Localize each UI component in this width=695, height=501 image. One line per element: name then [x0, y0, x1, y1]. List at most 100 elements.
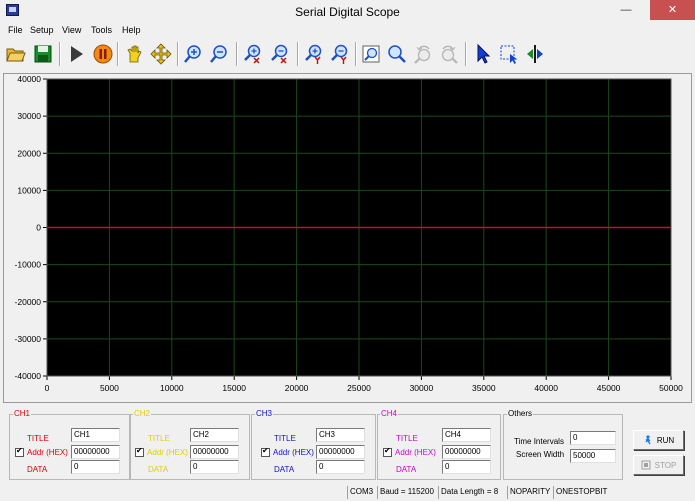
stop-label: STOP	[654, 460, 677, 470]
y-tick-label: 30000	[17, 111, 41, 121]
ch4-addr-label: Addr (HEX)	[395, 448, 436, 457]
undo-zoom-icon	[414, 45, 431, 64]
ch2-title-label: TITLE	[148, 434, 170, 443]
ch4-title-input[interactable]: CH4	[442, 428, 491, 442]
x-tick-label: 15000	[222, 383, 246, 393]
hand-pan-icon	[127, 45, 142, 63]
menu-setup[interactable]: Setup	[30, 25, 54, 35]
minimize-button[interactable]: —	[612, 0, 640, 20]
x-tick-label: 35000	[472, 383, 496, 393]
cursor-marker-icon	[527, 45, 543, 63]
redo-zoom-button[interactable]	[436, 41, 462, 67]
toolbar	[0, 38, 695, 73]
pause-toolbar-button[interactable]	[90, 41, 116, 67]
ch1-title-input[interactable]: CH1	[71, 428, 120, 442]
ch3-addr-input[interactable]: 00000000	[316, 445, 365, 459]
ch3-title-input[interactable]: CH3	[316, 428, 365, 442]
status-port: COM3	[347, 486, 373, 499]
save-button[interactable]	[30, 41, 56, 67]
select-region-button[interactable]	[496, 41, 522, 67]
status-baud: Baud = 115200	[377, 486, 434, 499]
x-tick-label: 20000	[285, 383, 309, 393]
save-disk-icon	[34, 45, 52, 63]
ch2-addr-label: Addr (HEX)	[147, 448, 188, 457]
time-intervals-input[interactable]: 0	[570, 431, 616, 445]
stop-square-icon	[641, 460, 651, 470]
undo-zoom-button[interactable]	[410, 41, 436, 67]
ch4-group-title: CH4	[380, 409, 399, 418]
y-tick-label: -30000	[15, 334, 42, 344]
move-button[interactable]	[148, 41, 174, 67]
select-pointer-icon	[477, 43, 491, 64]
ch2-data-label: DATA	[148, 465, 169, 474]
scope-chart[interactable]: 0 5000 10000 15000 20000 25000 30000 35000 40000…	[4, 74, 691, 402]
ch2-addr-input[interactable]: 00000000	[190, 445, 239, 459]
zoom-out-button[interactable]	[206, 41, 232, 67]
menu-help[interactable]: Help	[122, 25, 141, 35]
zoom-in-x-button[interactable]	[240, 41, 266, 67]
run-label: RUN	[656, 435, 675, 445]
menu-file[interactable]: File	[8, 25, 23, 35]
status-stop-bits: ONESTOPBIT	[553, 486, 607, 499]
y-tick-label: -10000	[15, 260, 42, 270]
ch4-addr-input[interactable]: 00000000	[442, 445, 491, 459]
zoom-out-x-icon	[271, 44, 288, 64]
ch2-data-field: 0	[190, 460, 239, 474]
zoom-out-y-button[interactable]	[327, 41, 353, 67]
close-button[interactable]: ✕	[650, 0, 695, 20]
zoom-out-x-button[interactable]	[267, 41, 293, 67]
ch2-enable-checkbox[interactable]	[135, 446, 144, 457]
ch1-data-label: DATA	[27, 465, 48, 474]
status-bar: COM3 Baud = 115200 Data Length = 8 NOPAR…	[0, 485, 695, 501]
menu-tools[interactable]: Tools	[91, 25, 112, 35]
x-tick-label: 0	[45, 383, 50, 393]
ch2-title-input[interactable]: CH2	[190, 428, 239, 442]
ch1-addr-input[interactable]: 00000000	[71, 445, 120, 459]
ch1-title-label: TITLE	[27, 434, 49, 443]
play-icon	[71, 46, 83, 62]
ch3-group-title: CH3	[255, 409, 274, 418]
pan-button[interactable]	[121, 41, 147, 67]
zoom-in-y-button[interactable]	[301, 41, 327, 67]
menu-view[interactable]: View	[62, 25, 81, 35]
y-tick-label: -40000	[15, 371, 42, 381]
run-toolbar-button[interactable]	[63, 41, 89, 67]
scope-plot[interactable]: 0 5000 10000 15000 20000 25000 30000 35000 40000…	[3, 73, 692, 403]
zoom-in-x-icon	[244, 44, 261, 64]
ch1-enable-checkbox[interactable]	[15, 446, 24, 457]
y-tick-label: -20000	[15, 297, 42, 307]
others-group	[503, 414, 623, 480]
run-button[interactable]: RUN	[633, 430, 684, 450]
ch4-data-label: DATA	[396, 465, 417, 474]
y-tick-label: 10000	[17, 185, 41, 195]
ch1-addr-label: Addr (HEX)	[27, 448, 68, 457]
ch2-group-title: CH2	[133, 409, 152, 418]
screen-width-input[interactable]: 50000	[570, 449, 616, 463]
select-pointer-button[interactable]	[470, 41, 496, 67]
zoom-in-y-icon	[305, 44, 322, 64]
move-arrows-icon	[150, 43, 172, 65]
open-folder-icon	[6, 48, 26, 62]
others-group-title: Others	[507, 409, 534, 418]
zoom-out-icon	[210, 45, 227, 63]
stop-button[interactable]: STOP	[633, 455, 684, 475]
zoom-in-icon	[184, 45, 201, 63]
ch4-enable-checkbox[interactable]	[383, 446, 392, 457]
zoom-in-button[interactable]	[180, 41, 206, 67]
y-tick-label: 40000	[17, 74, 41, 84]
ch4-title-label: TITLE	[396, 434, 418, 443]
zoom-window-icon	[388, 45, 406, 63]
x-tick-label: 10000	[160, 383, 184, 393]
ch1-data-field: 0	[71, 460, 120, 474]
x-tick-label: 25000	[347, 383, 371, 393]
ch3-enable-checkbox[interactable]	[261, 446, 270, 457]
y-tick-label: 0	[36, 223, 41, 233]
open-button[interactable]	[3, 41, 29, 67]
redo-zoom-icon	[441, 45, 458, 64]
cursor-marker-button[interactable]	[522, 41, 548, 67]
runner-icon	[643, 435, 653, 445]
zoom-fit-button[interactable]	[358, 41, 384, 67]
title-bar: Serial Digital Scope — ✕	[0, 0, 695, 24]
ch1-group-title: CH1	[13, 409, 32, 418]
zoom-window-button[interactable]	[384, 41, 410, 67]
